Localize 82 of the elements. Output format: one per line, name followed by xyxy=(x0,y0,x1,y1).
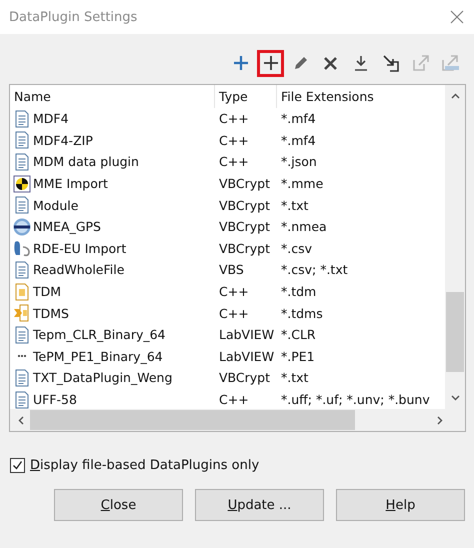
export-icon xyxy=(440,54,460,72)
table-cell-text: *.mf4 xyxy=(280,111,317,126)
table-cell-text: LabVIEW xyxy=(218,348,276,364)
plugin-name[interactable]: Module xyxy=(33,198,78,213)
table-cell-text: LabVIEW xyxy=(218,327,276,342)
scroll-up-icon[interactable] xyxy=(451,93,460,99)
table-cell-text: *.csv; *.txt xyxy=(280,262,349,278)
plugin-name[interactable]: NMEA_GPS xyxy=(33,219,101,234)
table-cell-text: C++ xyxy=(218,132,250,148)
table-cell-text: C++ xyxy=(218,306,250,321)
close-icon[interactable] xyxy=(450,10,464,24)
vertical-scrollbar[interactable] xyxy=(445,85,465,409)
table-cell-text: *.json xyxy=(280,154,318,170)
scrollbar-thumb[interactable] xyxy=(446,292,464,372)
table-cell-text: C++ xyxy=(218,392,250,408)
table-cell-text: *.mme xyxy=(280,176,324,192)
plugin-name[interactable]: TePM_PE1_Binary_64 xyxy=(33,348,163,364)
table-cell-text: *.csv xyxy=(280,240,314,256)
globe-icon xyxy=(13,218,31,236)
table-cell-text: VBCrypt xyxy=(218,198,272,213)
table-cell-text: VBS xyxy=(218,262,245,278)
plugin-name[interactable]: Tepm_CLR_Binary_64 xyxy=(33,327,166,342)
toolbar-button[interactable] xyxy=(257,50,284,76)
table-cell-text: *.PE1 xyxy=(280,348,316,364)
pencil-icon xyxy=(292,55,308,71)
document-icon xyxy=(13,196,31,214)
scroll-down-icon[interactable] xyxy=(451,395,460,401)
table-cell-text: *.tdms xyxy=(280,306,324,321)
table-cell-text: *.mf4 xyxy=(280,132,317,148)
document-icon xyxy=(13,326,31,344)
delete-icon xyxy=(324,56,337,70)
download-icon xyxy=(354,55,368,71)
document-icon xyxy=(13,390,31,409)
dialog-button[interactable]: Help xyxy=(336,489,465,521)
tdms-file-icon xyxy=(13,304,31,322)
table-cell-text: VBCrypt xyxy=(218,176,272,192)
document-icon xyxy=(13,368,31,387)
column-header[interactable]: Name xyxy=(10,85,215,108)
table-cell-text: C++ xyxy=(218,154,250,170)
add-icon xyxy=(234,56,248,70)
plugin-name[interactable]: MME Import xyxy=(33,176,108,192)
document-icon xyxy=(13,260,31,279)
horizontal-scrollbar[interactable] xyxy=(10,409,465,431)
plugin-name[interactable]: RDE-EU Import xyxy=(33,240,126,256)
table-cell-text: VBCrypt xyxy=(218,370,272,386)
table-cell-text: VBCrypt xyxy=(218,219,272,234)
table-cell-text: C++ xyxy=(218,284,250,300)
import-icon xyxy=(382,54,400,72)
table-cell-text: *.uff; *.uf; *.unv; *.bunv xyxy=(280,392,431,408)
plugin-name[interactable]: TDMS xyxy=(33,306,69,321)
document-icon xyxy=(13,110,31,128)
table-cell-text: *.CLR xyxy=(280,327,317,342)
scroll-left-icon[interactable] xyxy=(18,416,24,425)
table-cell-text: VBCrypt xyxy=(218,240,272,256)
table-cell-text: *.tdm xyxy=(280,284,318,300)
plugin-name[interactable]: MDF4 xyxy=(33,111,69,126)
plugin-name[interactable]: UFF-58 xyxy=(33,392,77,408)
column-header[interactable]: File Extensions xyxy=(277,85,445,108)
dialog-button[interactable]: Close xyxy=(54,489,183,521)
window-title: DataPlugin Settings xyxy=(9,10,138,24)
scroll-right-icon[interactable] xyxy=(437,416,443,425)
plugin-name[interactable]: TDM xyxy=(33,284,62,300)
column-header[interactable]: Type xyxy=(215,85,277,108)
plugin-name[interactable]: MDF4-ZIP xyxy=(33,132,93,148)
table-cell-text: C++ xyxy=(218,111,250,126)
dots-icon xyxy=(18,355,26,358)
plugin-name[interactable]: ReadWholeFile xyxy=(33,262,124,278)
document-icon xyxy=(13,152,31,171)
checkbox-label[interactable]: Display file-based DataPlugins only xyxy=(30,458,260,473)
dialog-button[interactable]: Update ... xyxy=(195,489,324,521)
table-cell-text: *.txt xyxy=(280,198,310,213)
scrollbar-thumb[interactable] xyxy=(30,410,355,430)
document-icon xyxy=(13,131,31,150)
plugin-name[interactable]: MDM data plugin xyxy=(33,154,139,170)
crash-test-icon xyxy=(13,174,31,193)
plugin-name[interactable]: TXT_DataPlugin_Weng xyxy=(33,370,172,386)
checkbox[interactable] xyxy=(10,458,25,473)
add-icon xyxy=(264,56,278,70)
table-cell-text: *.txt xyxy=(280,370,310,386)
table-cell-text: *.nmea xyxy=(280,219,328,234)
tdm-file-icon xyxy=(13,282,31,301)
export-icon xyxy=(412,54,430,72)
